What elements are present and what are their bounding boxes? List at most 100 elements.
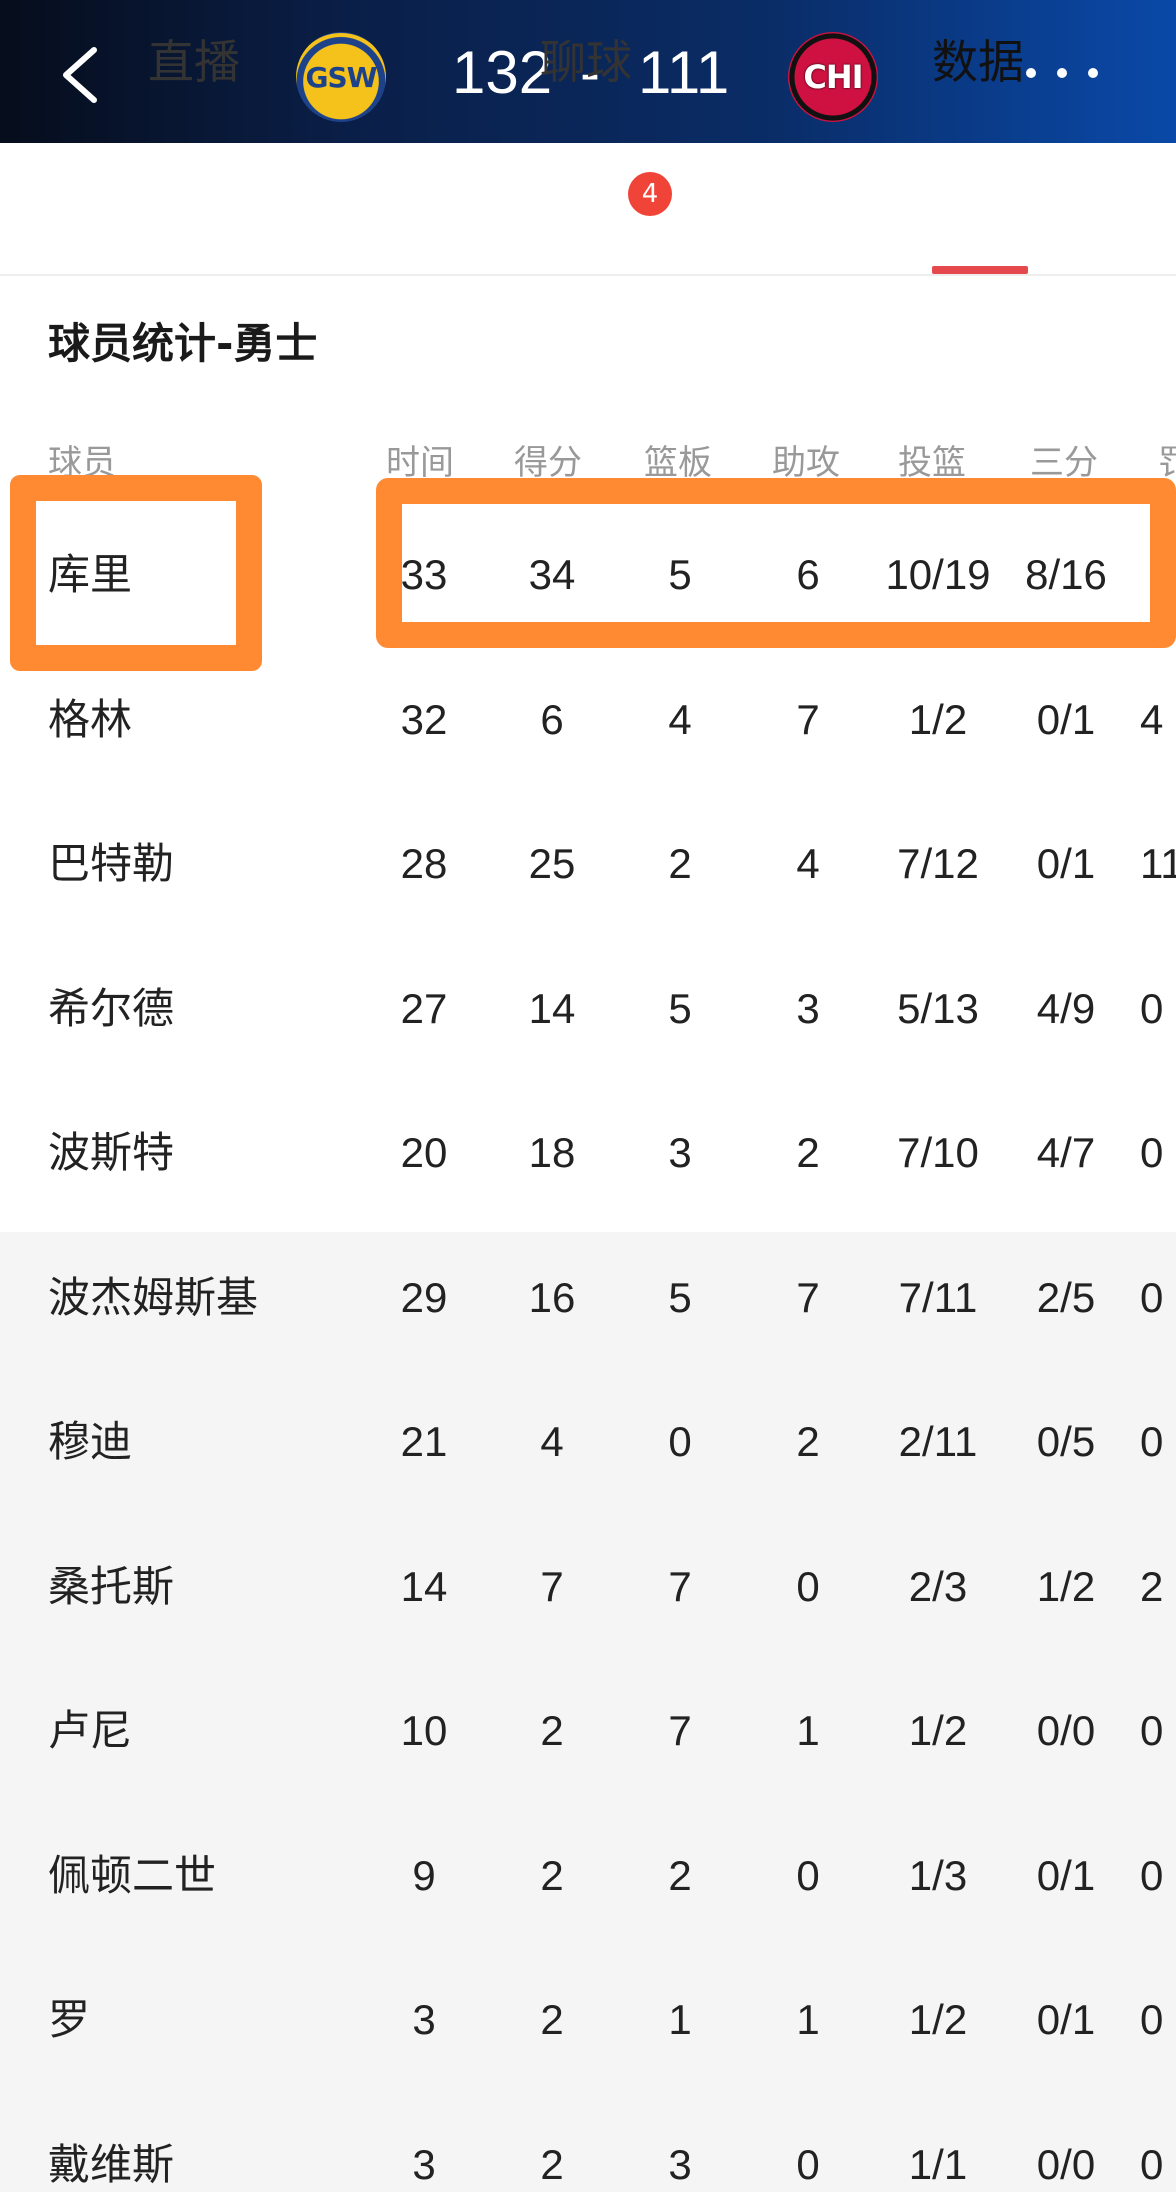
stat-cell: 32 xyxy=(400,696,448,743)
stat-cell: 0 xyxy=(668,1418,692,1465)
player-name[interactable]: 戴维斯 xyxy=(48,2135,174,2195)
table-row[interactable]: 戴维斯 3 2 3 0 1/1 0/0 0 xyxy=(0,2135,1176,2195)
stat-cell: 2 xyxy=(796,1129,820,1176)
player-name[interactable]: 希尔德 xyxy=(48,979,174,1039)
stat-cell: 6 xyxy=(540,696,564,743)
table-row[interactable]: 佩顿二世 9 2 2 0 1/3 0/1 0 xyxy=(0,1846,1176,1906)
stat-cell: 25 xyxy=(528,840,576,887)
stat-cell: 0/0 xyxy=(1036,1707,1096,1754)
stat-cell: 7 xyxy=(796,1274,820,1321)
player-name[interactable]: 波杰姆斯基 xyxy=(48,1268,258,1328)
stat-cell: 7 xyxy=(796,696,820,743)
player-name[interactable]: 卢尼 xyxy=(48,1701,132,1761)
stat-cell: 18 xyxy=(528,1129,576,1176)
active-tab-indicator xyxy=(932,266,1028,274)
highlight-box-player xyxy=(10,475,262,671)
away-score: 111 xyxy=(638,39,730,106)
stat-cell: 1/2 xyxy=(908,696,968,743)
stat-cell: 21 xyxy=(400,1418,448,1465)
stat-cell: 1 xyxy=(668,1996,692,2043)
player-name[interactable]: 桑托斯 xyxy=(48,1557,174,1617)
stat-cell: 4 xyxy=(540,1418,564,1465)
stat-cell: 29 xyxy=(400,1274,448,1321)
stat-cell: 10 xyxy=(400,1707,448,1754)
stat-cell-ft: 0 xyxy=(1140,1852,1164,1899)
table-row[interactable]: 桑托斯 14 7 7 0 2/3 1/2 2 xyxy=(0,1557,1176,1617)
stat-cell: 2 xyxy=(540,2141,564,2188)
stat-cell-ft: 0 xyxy=(1140,1418,1164,1465)
stat-cell: 7/12 xyxy=(897,840,979,887)
table-row[interactable]: 穆迪 21 4 0 2 2/11 0/5 0 xyxy=(0,1412,1176,1472)
stat-cell: 3 xyxy=(668,1129,692,1176)
stat-cell: 1 xyxy=(796,1996,820,2043)
player-name[interactable]: 罗 xyxy=(48,1990,90,2050)
stat-cell: 0/1 xyxy=(1036,1852,1096,1899)
stat-cell: 27 xyxy=(400,985,448,1032)
stat-cell: 20 xyxy=(400,1129,448,1176)
stat-cell: 0/1 xyxy=(1036,696,1096,743)
away-team-logo[interactable]: CHI xyxy=(788,32,878,122)
stat-cell: 4 xyxy=(668,696,692,743)
home-score: 132 xyxy=(452,39,553,106)
player-name[interactable]: 格林 xyxy=(48,690,132,750)
stat-cell: 1/3 xyxy=(908,1852,968,1899)
player-name[interactable]: 佩顿二世 xyxy=(48,1846,216,1906)
tab-chat[interactable]: 聊球 xyxy=(540,32,632,92)
table-row[interactable]: 卢尼 10 2 7 1 1/2 0/0 0 xyxy=(0,1701,1176,1761)
table-row[interactable]: 波杰姆斯基 29 16 5 7 7/11 2/5 0 xyxy=(0,1268,1176,1328)
stat-cell: 2 xyxy=(668,840,692,887)
more-menu-icon[interactable] xyxy=(1026,58,1098,88)
tab-data[interactable]: 数据 xyxy=(932,32,1024,92)
stat-cell: 2 xyxy=(540,1852,564,1899)
stat-cell: 0 xyxy=(796,1563,820,1610)
stat-cell: 1/1 xyxy=(908,2141,968,2188)
stat-cell: 7/11 xyxy=(898,1274,978,1321)
stat-cell: 3 xyxy=(796,985,820,1032)
stat-cell: 7 xyxy=(668,1563,692,1610)
stat-cell: 2/11 xyxy=(898,1418,978,1465)
stat-cell: 14 xyxy=(400,1563,448,1610)
stat-cell-ft: 0 xyxy=(1140,1274,1164,1321)
stat-cell: 0/1 xyxy=(1036,1996,1096,2043)
stat-cell-ft: 2 xyxy=(1140,1563,1164,1610)
table-row[interactable]: 罗 3 2 1 1 1/2 0/1 0 xyxy=(0,1990,1176,2050)
more-dot xyxy=(1026,68,1036,78)
stat-cell: 1/2 xyxy=(908,1996,968,2043)
stat-cell: 2/5 xyxy=(1036,1274,1096,1321)
stat-cell-ft: 0 xyxy=(1140,2141,1164,2188)
tab-live[interactable]: 直播 xyxy=(148,32,240,92)
chat-notification-badge: 4 xyxy=(628,172,672,216)
stat-cell: 5 xyxy=(668,985,692,1032)
stat-cell: 4/7 xyxy=(1036,1129,1096,1176)
player-name[interactable]: 波斯特 xyxy=(48,1123,174,1183)
stat-cell: 0/5 xyxy=(1036,1418,1096,1465)
stat-cell: 0 xyxy=(796,2141,820,2188)
stat-cell-ft: 4 xyxy=(1140,696,1164,743)
stat-cell: 5/13 xyxy=(897,985,979,1032)
player-name[interactable]: 巴特勒 xyxy=(48,834,174,894)
stat-cell: 1/2 xyxy=(1036,1563,1096,1610)
table-row[interactable]: 波斯特 20 18 3 2 7/10 4/7 0 xyxy=(0,1123,1176,1183)
stat-cell: 3 xyxy=(412,1996,436,2043)
table-row[interactable]: 格林 32 6 4 7 1/2 0/1 4 xyxy=(0,690,1176,750)
stat-cell-ft: 0 xyxy=(1140,1129,1164,1176)
back-button[interactable] xyxy=(52,40,112,110)
tab-bar xyxy=(0,143,1176,276)
stat-cell: 7 xyxy=(540,1563,564,1610)
more-dot xyxy=(1057,68,1067,78)
more-dot xyxy=(1088,68,1098,78)
table-row[interactable]: 希尔德 27 14 5 3 5/13 4/9 0 xyxy=(0,979,1176,1039)
stat-cell: 7 xyxy=(668,1707,692,1754)
stat-cell: 2 xyxy=(540,1707,564,1754)
stat-cell: 9 xyxy=(412,1852,436,1899)
home-logo-text: GSW xyxy=(305,60,377,94)
stat-cell: 3 xyxy=(412,2141,436,2188)
highlight-box-stats xyxy=(376,478,1176,648)
player-name[interactable]: 穆迪 xyxy=(48,1412,132,1472)
stat-cell: 5 xyxy=(668,1274,692,1321)
stat-cell: 14 xyxy=(528,985,576,1032)
section-title: 球员统计-勇士 xyxy=(48,319,318,368)
home-team-logo[interactable]: GSW xyxy=(296,32,386,122)
stat-cell: 0/1 xyxy=(1036,840,1096,887)
table-row[interactable]: 巴特勒 28 25 2 4 7/12 0/1 11 xyxy=(0,834,1176,894)
